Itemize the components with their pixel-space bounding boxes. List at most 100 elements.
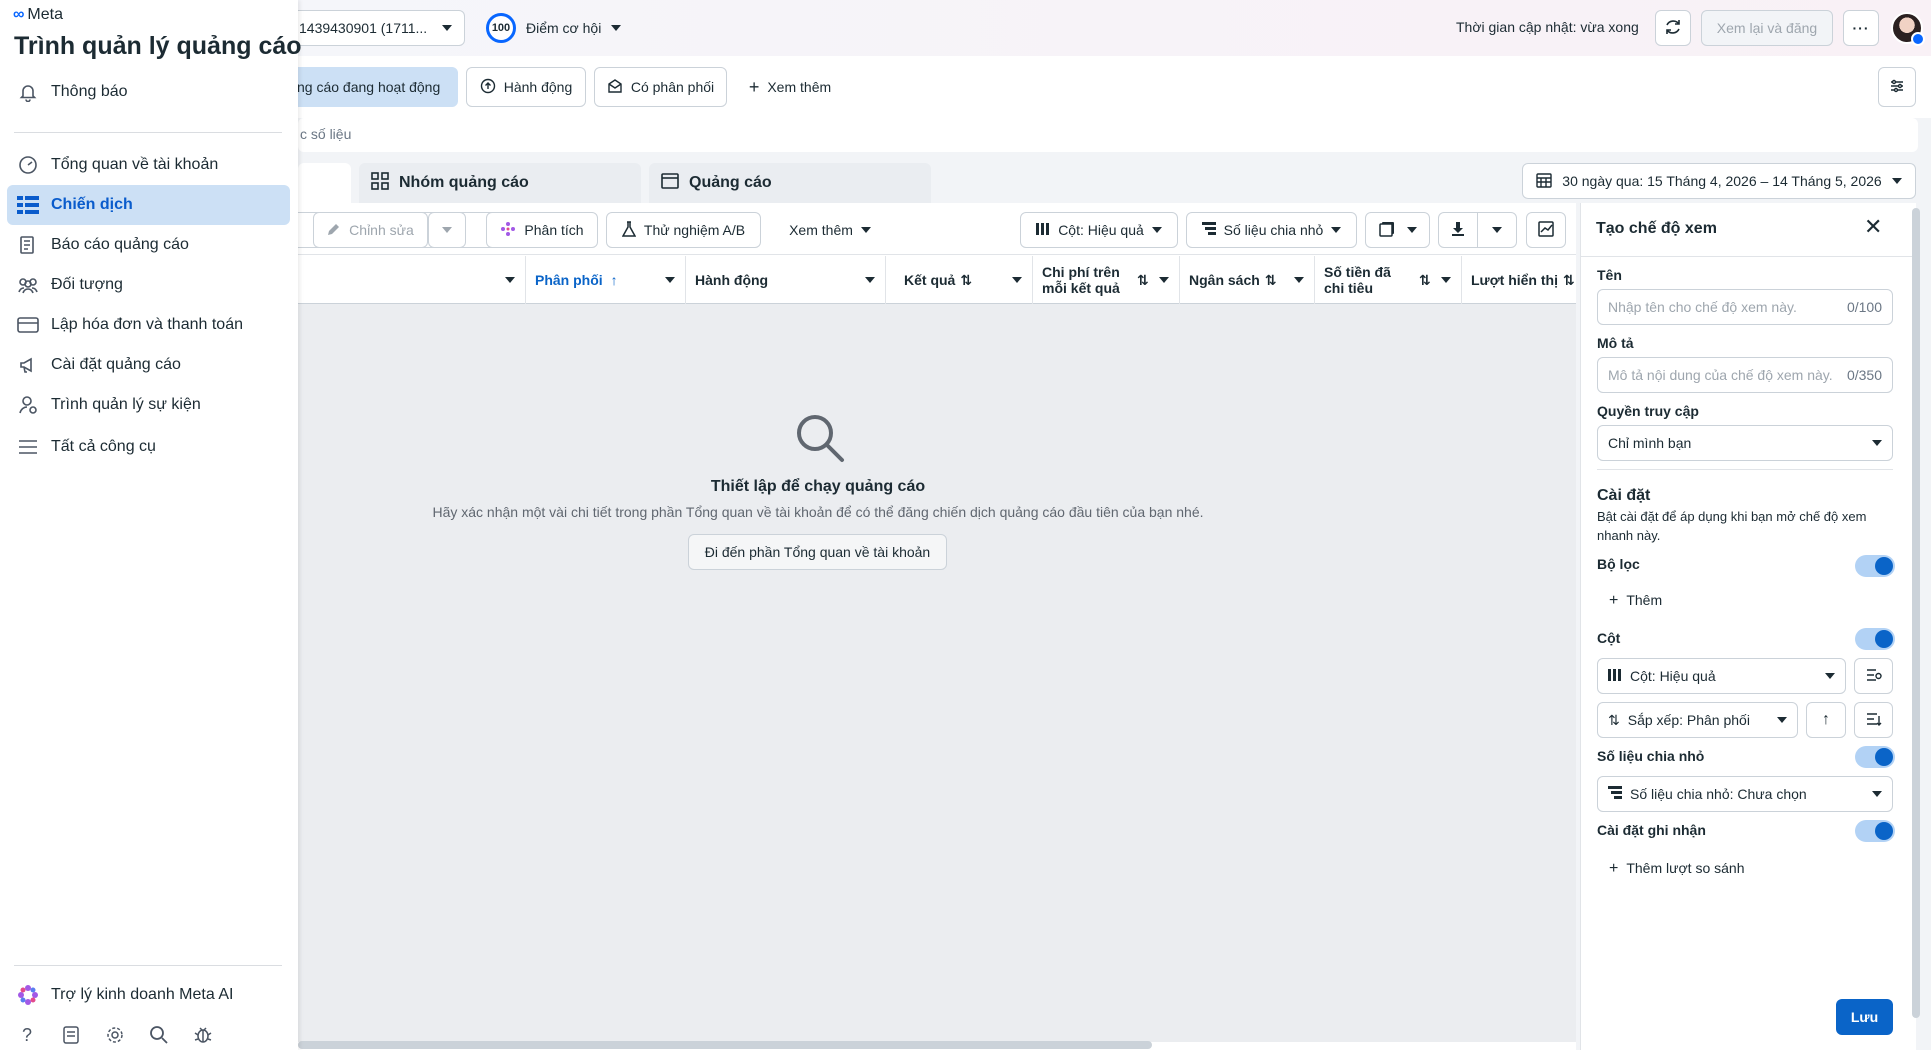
export-dropdown-button[interactable] [1477, 212, 1517, 248]
more-options-button[interactable]: ··· [1843, 10, 1879, 46]
name-label: Tên [1597, 267, 1622, 283]
filter-actions[interactable]: Hành động [466, 67, 586, 107]
column-header-amount-spent[interactable]: Số tiền đã chi tiêu ⇅ [1315, 256, 1462, 304]
breakdown-select[interactable]: Số liệu chia nhỏ: Chưa chọn [1597, 776, 1893, 812]
app-title: Trình quản lý quảng cáo [14, 32, 302, 60]
column-header-impressions[interactable]: Lượt hiển thị ⇅ [1462, 256, 1576, 304]
breakdown-label: Số liệu chia nhỏ [1597, 748, 1705, 764]
add-filter-button[interactable]: + Thêm [1609, 592, 1662, 610]
chevron-down-icon [1441, 277, 1451, 283]
column-header-budget[interactable]: Ngân sách ⇅ [1180, 256, 1315, 304]
flask-icon [621, 220, 637, 240]
bug-icon[interactable] [192, 1024, 214, 1046]
tab-ads[interactable]: Quảng cáo [649, 163, 931, 203]
sort-settings-button[interactable] [1854, 702, 1893, 738]
date-range-picker[interactable]: 30 ngày qua: 15 Tháng 4, 2026 – 14 Tháng… [1522, 163, 1916, 199]
meta-logo[interactable]: ∞ Meta [13, 6, 63, 24]
table-header: Phân phối ↑ Hành động Kết quả ⇅ Chi phí … [298, 256, 1576, 304]
save-button[interactable]: Lưu [1836, 999, 1893, 1035]
panel-divider [1597, 469, 1893, 470]
gear-icon[interactable] [104, 1024, 126, 1046]
sidebar-item-ad-settings[interactable]: Cài đặt quảng cáo [7, 345, 290, 385]
filter-settings-button[interactable] [1878, 67, 1916, 107]
attribution-toggle[interactable] [1855, 820, 1895, 842]
sidebar-item-campaigns[interactable]: Chiến dịch [7, 185, 290, 225]
horizontal-scrollbar[interactable] [298, 1041, 1152, 1049]
avatar[interactable] [1891, 12, 1925, 46]
account-selector[interactable]: 1439430901 (1711... [290, 10, 465, 46]
breakdown-icon [1201, 221, 1216, 239]
filter-delivery[interactable]: Có phân phối [594, 67, 727, 107]
column-header-results[interactable]: Kết quả ⇅ [886, 256, 1033, 304]
sort-direction-button[interactable]: ↑ [1806, 702, 1846, 738]
tab-adsets[interactable]: Nhóm quảng cáo [359, 163, 641, 203]
sidebar-item-ad-reports[interactable]: Báo cáo quảng cáo [7, 225, 290, 265]
plus-icon: + [1609, 592, 1619, 609]
access-select[interactable]: Chỉ mình bạn [1597, 425, 1893, 461]
review-publish-button[interactable]: Xem lại và đăng [1701, 10, 1833, 46]
columns-button[interactable]: Cột: Hiệu quả [1020, 212, 1178, 248]
vertical-scrollbar[interactable] [1912, 208, 1920, 1018]
column-header-delivery[interactable]: Phân phối ↑ [526, 256, 686, 304]
breakdown-icon [1608, 785, 1622, 803]
view-description-input[interactable]: Mô tả nội dung của chế độ xem này. 0/350 [1597, 357, 1893, 393]
close-icon[interactable]: ✕ [1864, 216, 1882, 238]
sidebar-divider [14, 132, 282, 133]
search-placeholder: c số liệu [300, 126, 352, 142]
megaphone-icon [15, 352, 41, 378]
chevron-down-icon [860, 227, 871, 233]
chevron-down-icon [1891, 178, 1902, 184]
go-to-account-overview-button[interactable]: Đi đến phần Tổng quan về tài khoản [688, 534, 947, 570]
columns-select[interactable]: Cột: Hiệu quả [1597, 658, 1846, 694]
chevron-down-icon [1777, 717, 1787, 723]
columns-toggle[interactable] [1855, 628, 1895, 650]
more-button[interactable]: Xem thêm [770, 212, 890, 248]
analyze-button[interactable]: Phân tích [486, 212, 598, 248]
filter-active-ads[interactable]: ng cáo đang hoạt động [284, 67, 458, 107]
access-label: Quyền truy cập [1597, 403, 1699, 419]
sidebar-divider [14, 965, 282, 966]
search-bar[interactable]: c số liệu [298, 118, 1918, 152]
grid-four-icon [371, 171, 389, 195]
chevron-down-icon [1825, 673, 1835, 679]
sort-icon: ⇅ [1562, 271, 1575, 288]
edit-button[interactable]: Chỉnh sửa [313, 212, 428, 248]
column-header-actions[interactable]: Hành động [686, 256, 886, 304]
search-icon[interactable] [148, 1024, 170, 1046]
reports-button[interactable] [1365, 212, 1430, 248]
report-stack-icon [1378, 221, 1395, 240]
column-header-name[interactable] [298, 256, 526, 304]
breakdown-toggle[interactable] [1855, 746, 1895, 768]
chevron-down-icon [1406, 227, 1417, 233]
sidebar: ∞ Meta Trình quản lý quảng cáo Thông báo… [0, 0, 302, 1050]
edit-dropdown-button[interactable] [428, 212, 466, 248]
add-comparison-button[interactable]: + Thêm lượt so sánh [1609, 860, 1745, 878]
sidebar-item-all-tools[interactable]: Tất cả công cụ [7, 427, 290, 467]
filter-more[interactable]: + Xem thêm [740, 67, 840, 107]
help-icon[interactable]: ? [16, 1024, 38, 1046]
sidebar-item-notifications[interactable]: Thông báo [7, 72, 290, 112]
ellipsis-icon: ··· [1852, 20, 1870, 36]
chevron-down-icon [1151, 227, 1162, 233]
chevron-down-icon [1872, 440, 1882, 446]
customize-columns-button[interactable] [1854, 658, 1893, 694]
sidebar-item-audiences[interactable]: Đối tượng [7, 265, 290, 305]
export-button[interactable] [1438, 212, 1478, 248]
sidebar-item-account-overview[interactable]: Tổng quan về tài khoản [7, 145, 290, 185]
feedback-icon[interactable] [60, 1024, 82, 1046]
envelope-icon [607, 78, 623, 97]
sort-select[interactable]: ⇅ Sắp xếp: Phân phối [1597, 702, 1798, 738]
refresh-button[interactable] [1655, 10, 1691, 46]
column-header-cost-per-result[interactable]: Chi phí trên mỗi kết quả ⇅ [1033, 256, 1180, 304]
sidebar-item-billing[interactable]: Lập hóa đơn và thanh toán [7, 305, 290, 345]
ab-test-button[interactable]: Thử nghiệm A/B [606, 212, 761, 248]
grid-table-icon [15, 192, 41, 218]
sidebar-item-events-manager[interactable]: Trình quản lý sự kiện [7, 385, 290, 425]
breakdown-button[interactable]: Số liệu chia nhỏ [1186, 212, 1357, 248]
filters-toggle[interactable] [1855, 555, 1895, 577]
tab-campaigns[interactable] [298, 163, 351, 203]
view-name-input[interactable]: Nhập tên cho chế độ xem này. 0/100 [1597, 289, 1893, 325]
opportunity-score[interactable]: 100 Điểm cơ hội [486, 13, 622, 43]
sidebar-item-meta-ai[interactable]: Trợ lý kinh doanh Meta AI [7, 975, 290, 1015]
charts-button[interactable] [1526, 212, 1566, 248]
